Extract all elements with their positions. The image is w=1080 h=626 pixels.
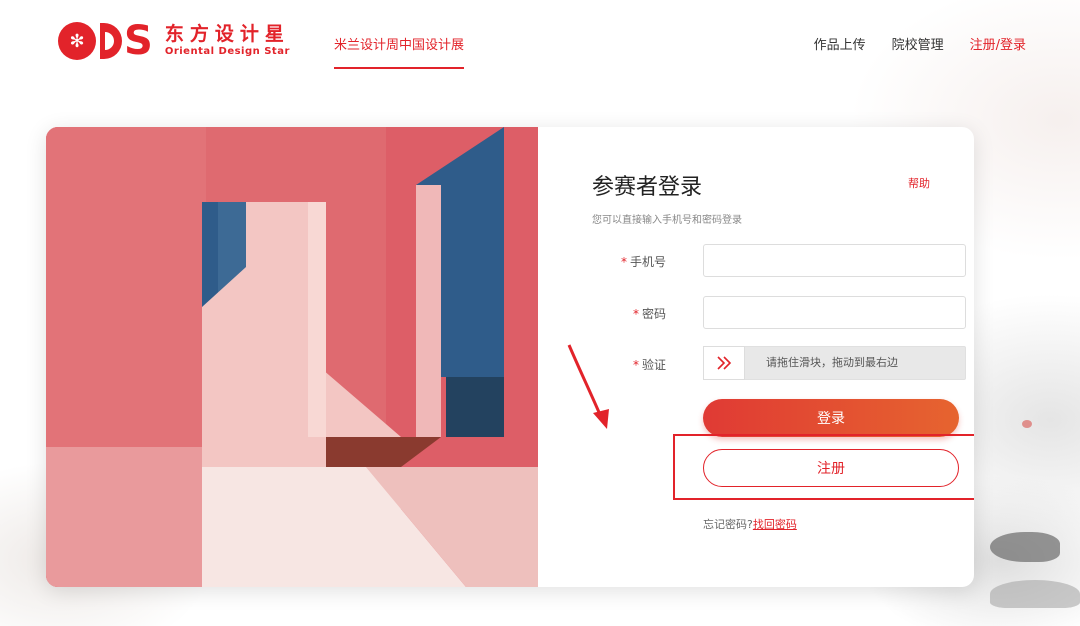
forgot-password: 忘记密码?找回密码 [703, 516, 797, 532]
help-link[interactable]: 帮助 [908, 175, 930, 191]
slider-instruction: 请拖住滑块，拖动到最右边 [766, 356, 898, 369]
logo-star-icon: ✻ [58, 22, 96, 60]
phone-input[interactable] [703, 244, 966, 277]
site-logo[interactable]: ✻ S 东方设计星 Oriental Design Star [58, 18, 290, 64]
logo-s-letter: S [124, 18, 153, 64]
phone-label-text: 手机号 [629, 255, 666, 269]
logo-d-shape [100, 23, 122, 59]
form-hint: 您可以直接输入手机号和密码登录 [592, 215, 742, 226]
verify-label: * 验证 [606, 356, 666, 373]
password-label-text: 密码 [641, 307, 666, 321]
top-nav: 作品上传 院校管理 注册/登录 [814, 34, 1026, 53]
logo-en-name: Oriental Design Star [164, 46, 290, 57]
required-mark: * [632, 358, 639, 372]
logo-cn-name: 东方设计星 [164, 23, 290, 45]
logo-text: 东方设计星 Oriental Design Star [165, 23, 290, 59]
login-illustration [46, 127, 538, 587]
form-title: 参赛者登录 [592, 175, 703, 200]
nav-upload-works[interactable]: 作品上传 [814, 34, 866, 53]
required-mark: * [620, 255, 627, 269]
decorative-stone [990, 532, 1060, 562]
required-mark: * [632, 307, 639, 321]
logo-mark: ✻ S [58, 18, 153, 64]
architecture-illustration [46, 127, 538, 587]
recover-password-link[interactable]: 找回密码 [753, 518, 797, 531]
password-label: * 密码 [606, 305, 666, 322]
forgot-text: 忘记密码? [703, 518, 753, 531]
double-chevron-right-icon [717, 356, 732, 370]
phone-label: * 手机号 [606, 253, 666, 270]
nav-exhibition-link[interactable]: 米兰设计周中国设计展 [334, 34, 465, 69]
decorative-ink-dot [1022, 420, 1032, 428]
site-header: ✻ S 东方设计星 Oriental Design Star 米兰设计周中国设计… [0, 0, 1080, 84]
nav-register-login[interactable]: 注册/登录 [970, 34, 1026, 53]
annotation-arrow-icon [567, 344, 609, 429]
verify-label-text: 验证 [641, 358, 666, 372]
slider-handle[interactable] [703, 346, 745, 380]
login-card: 参赛者登录 帮助 您可以直接输入手机号和密码登录 * 手机号 * 密码 * 验证 请拖… [46, 127, 974, 587]
slider-captcha[interactable]: 请拖住滑块，拖动到最右边 [703, 346, 966, 380]
nav-school-management[interactable]: 院校管理 [892, 34, 944, 53]
password-input[interactable] [703, 296, 966, 329]
decorative-stone [990, 580, 1080, 608]
register-button[interactable]: 注册 [703, 449, 959, 487]
login-button[interactable]: 登录 [703, 399, 959, 437]
